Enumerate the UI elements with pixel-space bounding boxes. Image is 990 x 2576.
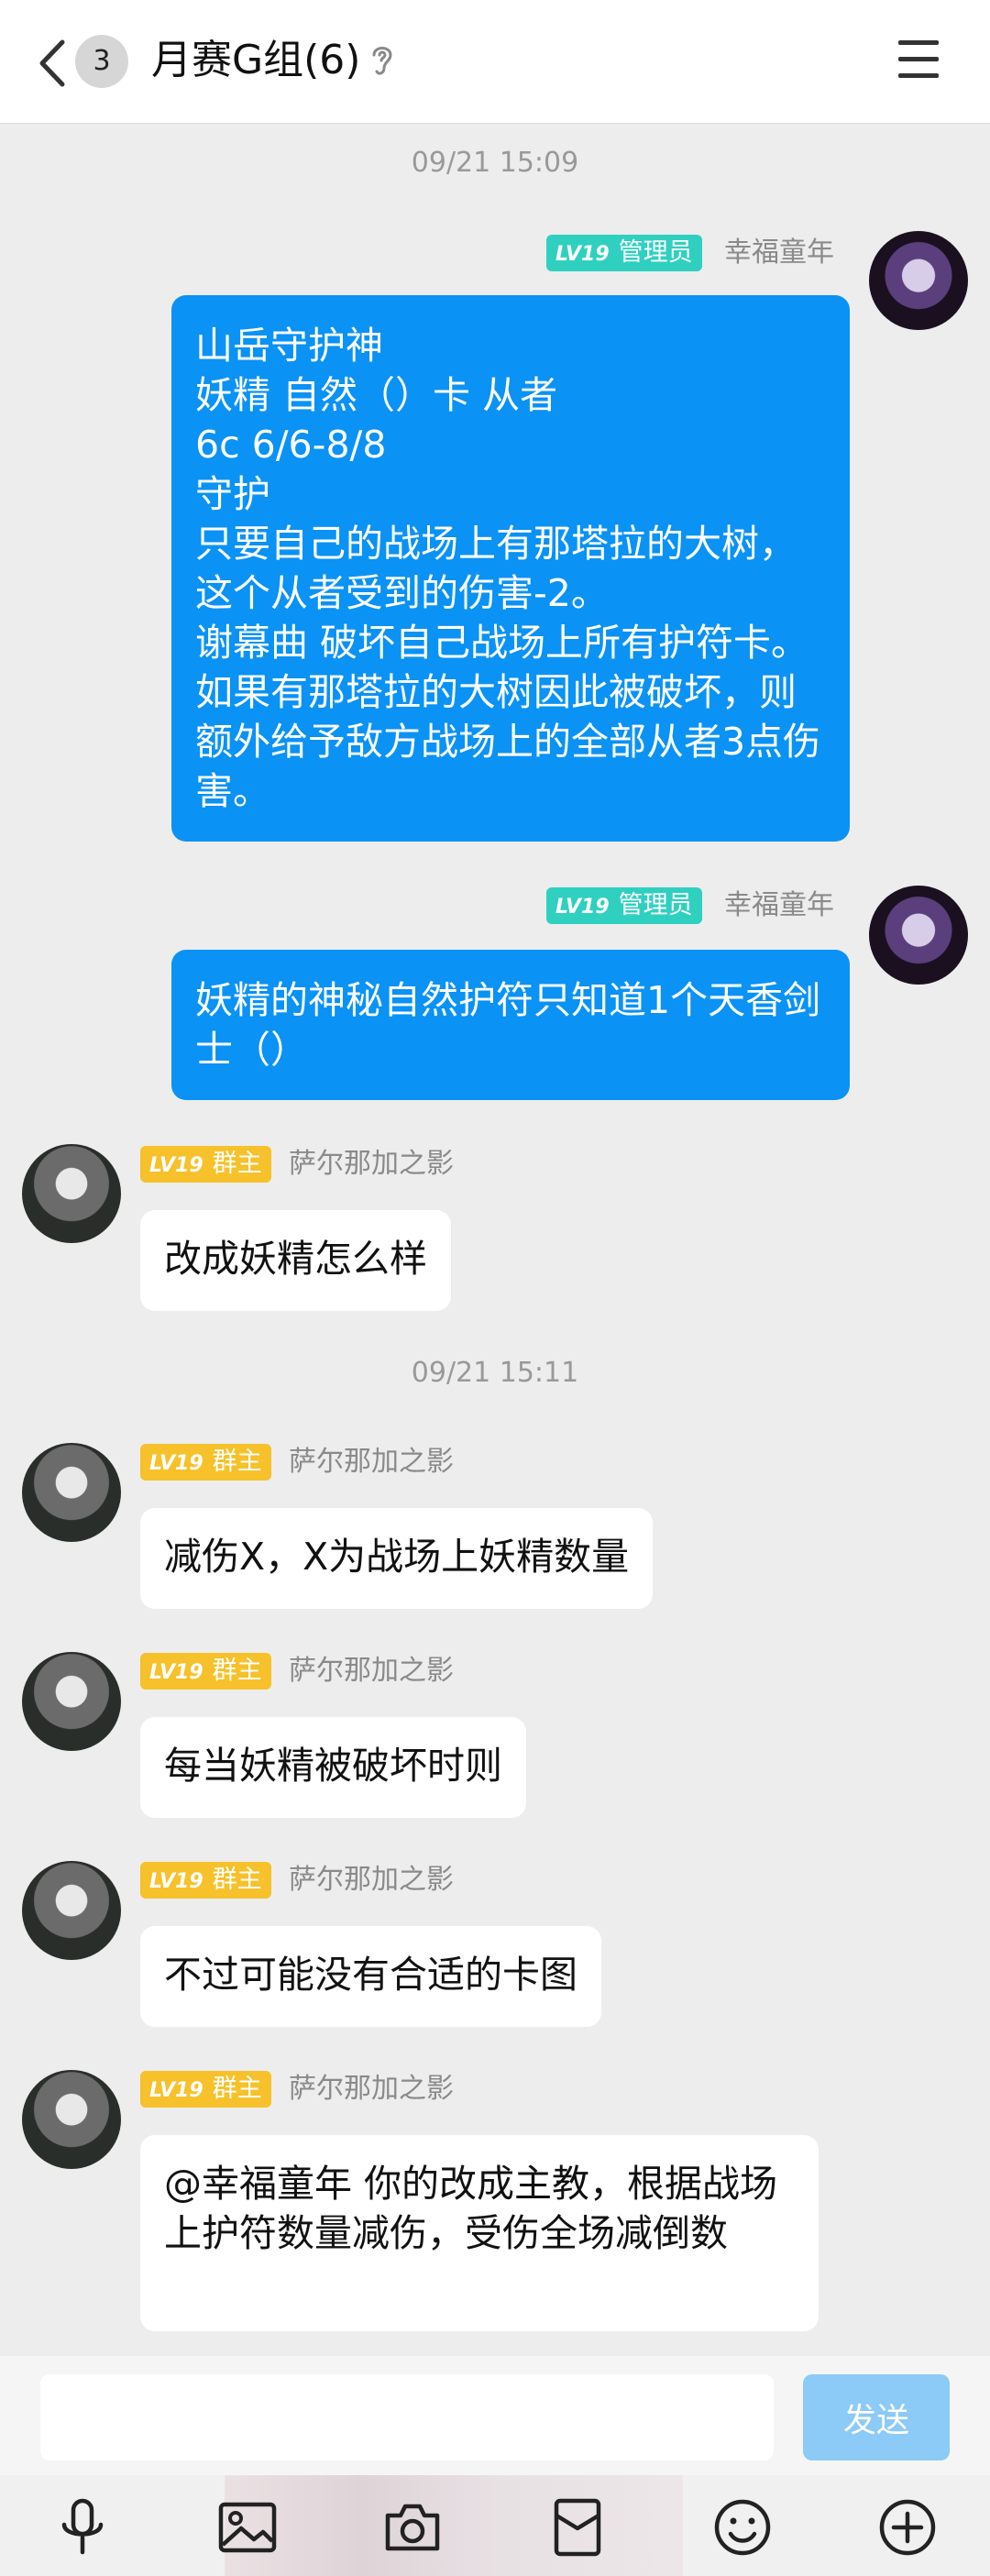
sender-name: 幸福童年 bbox=[724, 237, 834, 269]
admin-badge: LV19 管理员 bbox=[546, 235, 702, 271]
level-label: LV19 bbox=[556, 896, 610, 919]
role-label: 群主 bbox=[212, 1448, 262, 1476]
input-bar: 发送 bbox=[0, 2356, 990, 2475]
level-label: LV19 bbox=[149, 2079, 204, 2102]
avatar[interactable] bbox=[22, 1144, 121, 1243]
sender-name: 萨尔那加之影 bbox=[289, 2073, 454, 2105]
plus-icon[interactable] bbox=[875, 2495, 940, 2559]
level-label: LV19 bbox=[149, 1452, 204, 1475]
sender-name: 萨尔那加之影 bbox=[289, 1148, 454, 1180]
back-button[interactable]: 3 bbox=[28, 29, 156, 94]
role-label: 管理员 bbox=[618, 891, 693, 919]
message-bubble[interactable]: @幸福童年 你的改成主教，根据战场上护符数量减伤，受伤全场减倒数 bbox=[140, 2135, 819, 2331]
avatar[interactable] bbox=[22, 1861, 121, 1960]
level-label: LV19 bbox=[556, 243, 610, 266]
level-label: LV19 bbox=[149, 1661, 204, 1684]
owner-badge: LV19 群主 bbox=[140, 1653, 271, 1690]
message-bubble[interactable]: 改成妖精怎么样 bbox=[140, 1210, 451, 1311]
role-label: 群主 bbox=[212, 1657, 262, 1685]
menu-icon-line bbox=[898, 40, 939, 45]
send-button[interactable]: 发送 bbox=[803, 2374, 950, 2460]
level-label: LV19 bbox=[149, 1870, 204, 1893]
red-packet-icon[interactable] bbox=[545, 2495, 610, 2559]
message-input[interactable] bbox=[40, 2374, 774, 2460]
avatar[interactable] bbox=[869, 886, 968, 985]
avatar[interactable] bbox=[869, 231, 968, 330]
emoji-icon[interactable] bbox=[710, 2495, 775, 2559]
owner-badge: LV19 群主 bbox=[140, 1444, 271, 1481]
role-label: 群主 bbox=[212, 2075, 262, 2103]
owner-badge: LV19 群主 bbox=[140, 1862, 271, 1899]
timestamp: 09/21 15:09 bbox=[411, 147, 579, 179]
bottom-toolbar bbox=[0, 2475, 990, 2576]
avatar[interactable] bbox=[22, 1443, 121, 1542]
toolbar-background-image bbox=[225, 2475, 683, 2576]
ear-icon[interactable] bbox=[368, 42, 396, 79]
role-label: 群主 bbox=[212, 1866, 262, 1894]
sender-name: 萨尔那加之影 bbox=[289, 1446, 454, 1478]
avatar[interactable] bbox=[22, 1652, 121, 1751]
menu-button[interactable] bbox=[895, 39, 944, 84]
camera-icon[interactable] bbox=[380, 2495, 445, 2559]
message-bubble[interactable]: 妖精的神秘自然护符只知道1个天香剑士（） bbox=[171, 950, 850, 1100]
chat-title[interactable]: 月赛G组(6) bbox=[151, 33, 360, 88]
sender-name: 萨尔那加之影 bbox=[289, 1864, 454, 1896]
sender-name: 萨尔那加之影 bbox=[289, 1655, 454, 1687]
message-bubble[interactable]: 减伤X，X为战场上妖精数量 bbox=[140, 1508, 654, 1609]
level-label: LV19 bbox=[149, 1154, 204, 1177]
avatar[interactable] bbox=[22, 2070, 121, 2169]
unread-count-badge: 3 bbox=[75, 35, 128, 88]
image-icon[interactable] bbox=[215, 2495, 280, 2559]
admin-badge: LV19 管理员 bbox=[546, 887, 702, 924]
owner-badge: LV19 群主 bbox=[140, 1146, 271, 1183]
message-bubble[interactable]: 不过可能没有合适的卡图 bbox=[140, 1926, 601, 2027]
message-bubble[interactable]: 每当妖精被破坏时则 bbox=[140, 1717, 526, 1818]
menu-icon-line bbox=[898, 73, 939, 78]
sender-name: 幸福童年 bbox=[724, 889, 834, 921]
menu-icon-line bbox=[898, 57, 939, 61]
back-arrow-icon bbox=[39, 39, 65, 87]
timestamp: 09/21 15:11 bbox=[411, 1357, 579, 1389]
owner-badge: LV19 群主 bbox=[140, 2071, 271, 2108]
message-bubble[interactable]: 山岳守护神 妖精 自然（）卡 从者 6c 6/6-8/8 守护 只要自己的战场上… bbox=[171, 295, 850, 842]
microphone-icon[interactable] bbox=[50, 2495, 115, 2559]
role-label: 管理员 bbox=[618, 238, 693, 267]
chat-header: 3 月赛G组(6) bbox=[0, 0, 990, 124]
role-label: 群主 bbox=[212, 1150, 262, 1178]
